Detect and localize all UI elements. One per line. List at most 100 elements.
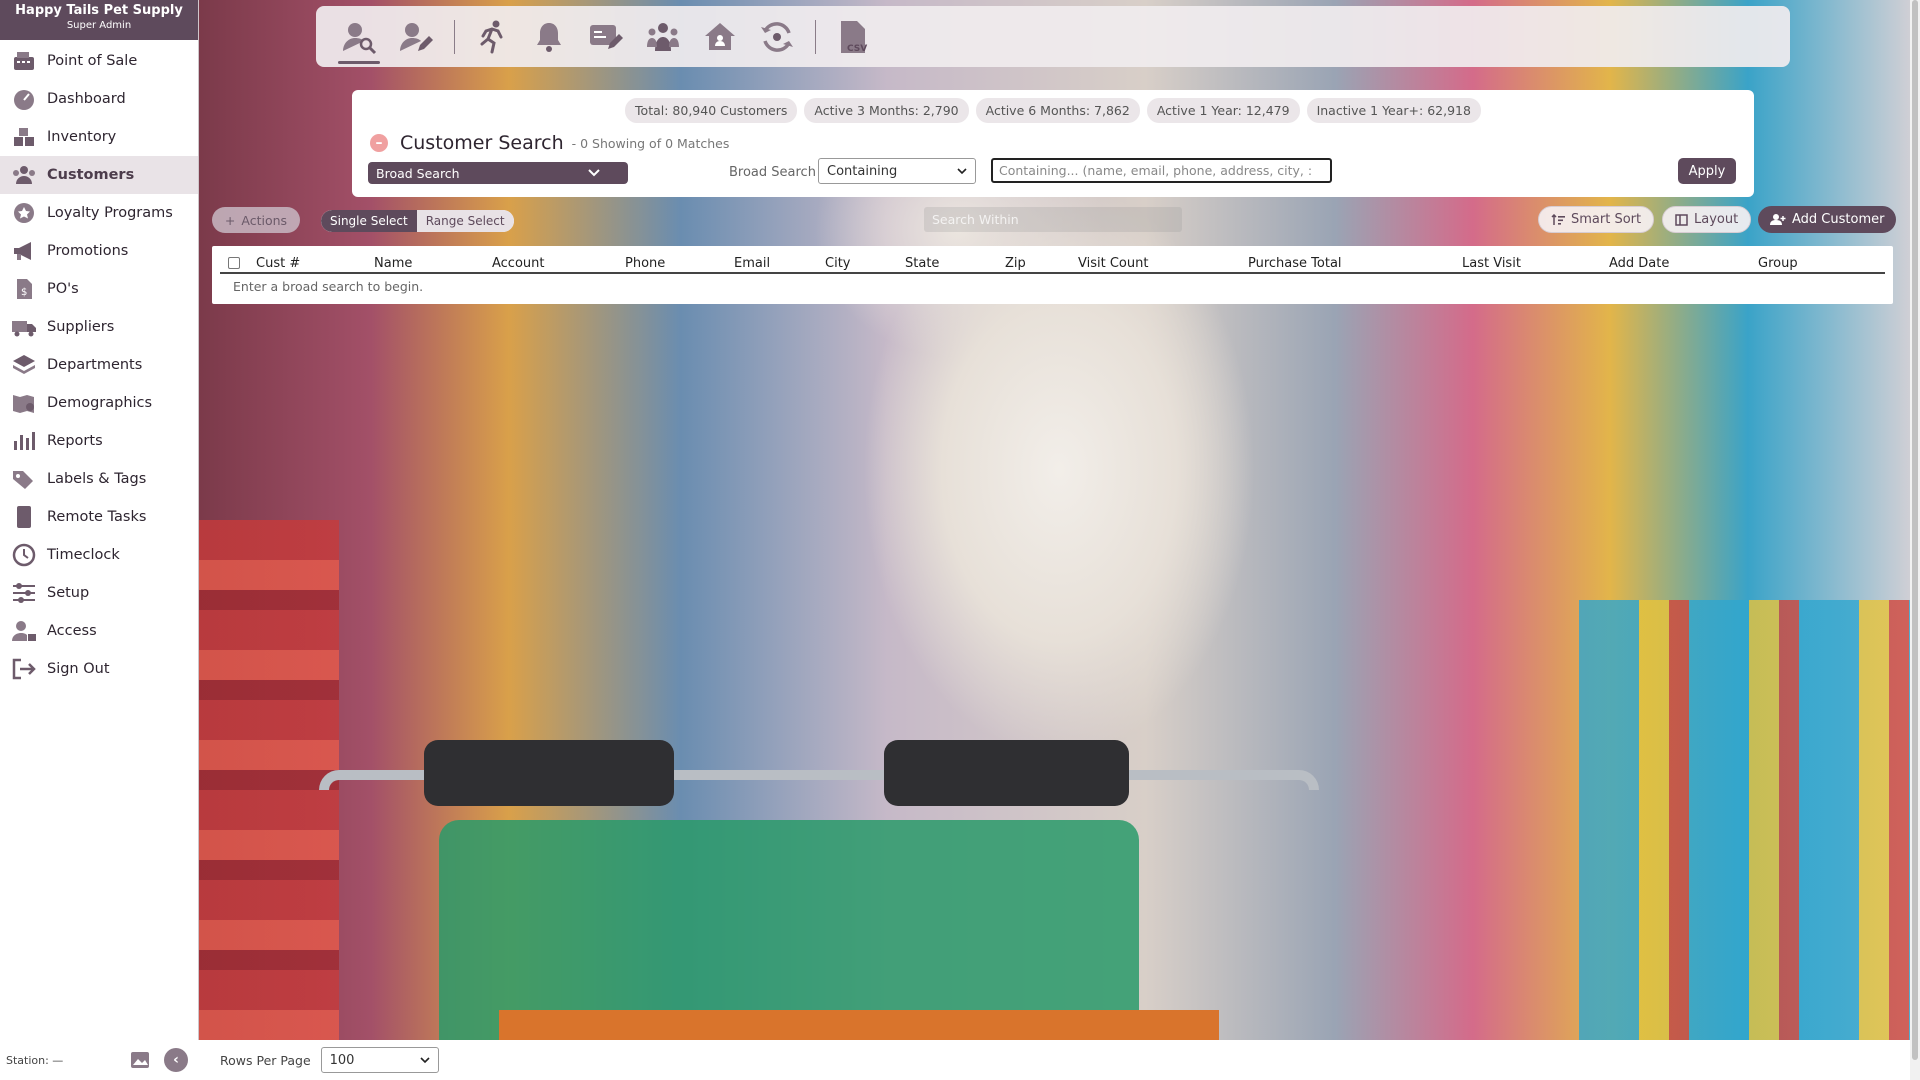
sidebar-item-label: PO's [47, 281, 79, 297]
collapse-sidebar-button[interactable]: ‹ [164, 1048, 188, 1072]
sidebar-item-reports[interactable]: Reports [0, 422, 198, 460]
stat-active-3-months: Active 3 Months: 2,790 [804, 98, 969, 123]
column-header-group[interactable]: Group [1758, 256, 1798, 271]
sidebar-item-timeclock[interactable]: Timeclock [0, 536, 198, 574]
sidebar-item-inventory[interactable]: Inventory [0, 118, 198, 156]
rows-per-page-value: 100 [329, 1052, 355, 1068]
column-header-state[interactable]: State [905, 256, 939, 271]
column-header-add-date[interactable]: Add Date [1609, 256, 1669, 271]
search-within-input[interactable] [924, 207, 1182, 232]
column-header-last-visit[interactable]: Last Visit [1462, 256, 1521, 271]
sidebar-item-setup[interactable]: Setup [0, 574, 198, 612]
single-select-option[interactable]: Single Select [321, 210, 417, 232]
customer-search-panel: Total: 80,940 Customers Active 3 Months:… [352, 90, 1754, 197]
station-label: Station: — [6, 1053, 64, 1067]
sidebar-item-remote-tasks[interactable]: Remote Tasks [0, 498, 198, 536]
sidebar-item-sign-out[interactable]: Sign Out [0, 650, 198, 688]
column-header-name[interactable]: Name [374, 256, 412, 271]
sidebar-item-dashboard[interactable]: Dashboard [0, 80, 198, 118]
sidebar-item-label: Dashboard [47, 91, 126, 107]
page-scrollbar[interactable] [1910, 0, 1920, 1080]
sidebar-item-promotions[interactable]: Promotions [0, 232, 198, 270]
clock-icon [10, 543, 38, 567]
layout-button[interactable]: Layout [1662, 206, 1752, 233]
export-csv-tool-button[interactable]: CSV [830, 12, 876, 62]
sidebar-nav: Point of Sale Dashboard Inventory Custom… [0, 40, 198, 688]
customer-search-tool-button[interactable] [336, 12, 382, 64]
column-header-email[interactable]: Email [734, 256, 770, 271]
sidebar-item-suppliers[interactable]: Suppliers [0, 308, 198, 346]
store-name: Happy Tails Pet Supply [15, 3, 183, 18]
sidebar-item-demographics[interactable]: Demographics [0, 384, 198, 422]
group-icon [647, 22, 679, 51]
layers-icon [10, 353, 38, 377]
boxes-icon [10, 125, 38, 149]
groups-tool-button[interactable] [640, 12, 686, 62]
scrollbar-thumb[interactable] [1912, 0, 1918, 1060]
sidebar-item-label: Suppliers [47, 319, 115, 335]
rows-per-page-select[interactable]: 100 [320, 1047, 439, 1073]
sidebar-item-departments[interactable]: Departments [0, 346, 198, 384]
match-mode-select[interactable]: Containing [818, 158, 976, 184]
range-select-option[interactable]: Range Select [416, 210, 514, 232]
sidebar-item-labels-tags[interactable]: Labels & Tags [0, 460, 198, 498]
chevron-down-icon [420, 1056, 430, 1063]
bg-cart-base [499, 1010, 1219, 1040]
search-input[interactable] [991, 158, 1332, 183]
add-user-icon [1770, 214, 1786, 225]
stat-active-6-months: Active 6 Months: 7,862 [975, 98, 1140, 123]
plus-icon: + [224, 212, 236, 228]
sidebar-item-loyalty-programs[interactable]: Loyalty Programs [0, 194, 198, 232]
bg-cart-handle-right [884, 740, 1129, 806]
sidebar: Happy Tails Pet Supply Super Admin Point… [0, 0, 199, 1080]
sidebar-item-label: Remote Tasks [47, 509, 147, 525]
map-pin-icon [10, 391, 38, 415]
running-person-icon [480, 20, 503, 53]
column-header-purchase-total[interactable]: Purchase Total [1248, 256, 1342, 271]
column-header-cust-number[interactable]: Cust # [256, 256, 300, 271]
apply-button[interactable]: Apply [1678, 158, 1736, 184]
sidebar-item-access[interactable]: Access [0, 612, 198, 650]
smart-sort-button[interactable]: Smart Sort [1538, 206, 1655, 233]
column-header-account[interactable]: Account [492, 256, 545, 271]
user-lock-icon [10, 619, 38, 643]
messages-tool-button[interactable] [583, 12, 629, 62]
notifications-tool-button[interactable] [526, 12, 572, 62]
sidebar-item-label: Inventory [47, 129, 117, 145]
svg-text:$: $ [21, 287, 27, 298]
layout-icon [1675, 213, 1688, 226]
stat-inactive-1-year: Inactive 1 Year+: 62,918 [1306, 98, 1481, 123]
sidebar-item-label: Reports [47, 433, 103, 449]
select-mode-toggle: Single Select Range Select [321, 210, 514, 232]
add-customer-button[interactable]: Add Customer [1758, 206, 1897, 233]
column-header-zip[interactable]: Zip [1005, 256, 1026, 271]
activity-tool-button[interactable] [469, 12, 515, 62]
refresh-tool-button[interactable] [754, 12, 800, 62]
purchase-order-icon: $ [10, 277, 38, 301]
sidebar-item-point-of-sale[interactable]: Point of Sale [0, 42, 198, 80]
column-header-visit-count[interactable]: Visit Count [1078, 256, 1148, 271]
sidebar-item-label: Promotions [47, 243, 129, 259]
bg-shelf-cans [1579, 600, 1919, 1040]
search-type-dropdown[interactable]: Broad Search [368, 162, 628, 184]
bg-cart-handle-left [424, 740, 674, 806]
customer-edit-tool-button[interactable] [393, 12, 439, 62]
sidebar-item-pos[interactable]: $ PO's [0, 270, 198, 308]
column-header-city[interactable]: City [825, 256, 850, 271]
image-icon[interactable] [128, 1049, 152, 1071]
select-all-checkbox[interactable] [228, 257, 240, 269]
stat-active-1-year: Active 1 Year: 12,479 [1146, 98, 1300, 123]
sort-icon [1551, 213, 1565, 225]
collapse-panel-button[interactable]: – [370, 134, 388, 152]
customer-table: Cust # Name Account Phone Email City Sta… [212, 246, 1893, 304]
sidebar-item-customers[interactable]: Customers [0, 156, 198, 194]
bg-food-bags [199, 520, 339, 1040]
column-header-phone[interactable]: Phone [625, 256, 665, 271]
home-tool-button[interactable] [697, 12, 743, 62]
chevron-down-icon [588, 169, 600, 177]
sidebar-item-label: Access [47, 623, 97, 639]
gauge-icon [10, 87, 38, 111]
customer-stats: Total: 80,940 Customers Active 3 Months:… [352, 98, 1754, 123]
actions-button[interactable]: + Actions [212, 207, 300, 233]
sidebar-item-label: Customers [47, 167, 135, 183]
